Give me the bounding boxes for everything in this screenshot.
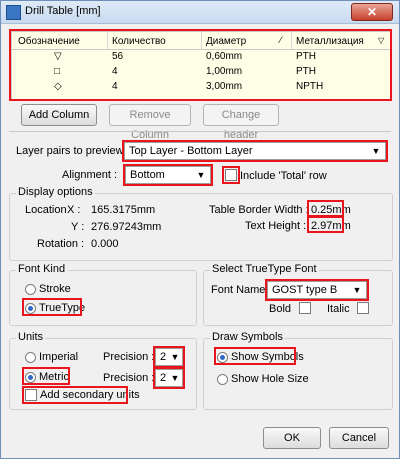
add-column-button[interactable]: Add Column (21, 104, 97, 126)
stroke-radio[interactable] (25, 284, 36, 295)
remove-column-button[interactable]: Remove Column (109, 104, 191, 141)
app-icon (6, 5, 21, 20)
imperial-radio[interactable] (25, 352, 36, 363)
units-title: Units (16, 331, 46, 343)
location-label: Location (25, 204, 67, 216)
font-kind-title: Font Kind (16, 263, 68, 275)
precision-metric-label: Precision : (103, 372, 155, 384)
show-hole-size-radio[interactable] (217, 374, 228, 385)
truetype-font-title: Select TrueType Font (210, 263, 319, 275)
layer-pairs-label: Layer pairs to preview : (16, 145, 130, 157)
change-header-button[interactable]: Change header (203, 104, 279, 141)
close-icon[interactable]: ✕ (351, 3, 393, 21)
text-height-label: Text Height : (245, 220, 307, 232)
rotation-value[interactable]: 0.000 (91, 238, 119, 250)
rotation-label: Rotation : (37, 238, 85, 250)
alignment-label: Alignment : (62, 169, 118, 181)
show-hole-size-label: Show Hole Size (231, 373, 309, 385)
border-width-label: Table Border Width : (209, 204, 309, 216)
draw-symbols-title: Draw Symbols (210, 331, 285, 343)
ok-button[interactable]: OK (263, 427, 321, 449)
cancel-button[interactable]: Cancel (329, 427, 389, 449)
bold-checkbox[interactable] (299, 302, 311, 314)
italic-checkbox[interactable] (357, 302, 369, 314)
italic-label: Italic (327, 303, 350, 315)
display-options-title: Display options (16, 186, 95, 198)
location-x-value[interactable]: 165.3175mm (91, 204, 155, 216)
stroke-label: Stroke (39, 283, 71, 295)
drill-table-dialog: Drill Table [mm] ✕ Обозначение Количеств… (0, 0, 400, 459)
font-name-label: Font Name (211, 284, 266, 296)
window-title: Drill Table [mm] (25, 5, 101, 17)
precision-imperial-label: Precision : (103, 351, 155, 363)
title-bar: Drill Table [mm] ✕ (1, 1, 399, 24)
location-y-label: Y : (71, 221, 85, 233)
bold-label: Bold (269, 303, 292, 315)
imperial-label: Imperial (39, 351, 79, 363)
include-total-label: Include 'Total' row (240, 170, 327, 182)
location-y-value[interactable]: 276.97243mm (91, 221, 161, 233)
location-x-label: X : (67, 204, 81, 216)
